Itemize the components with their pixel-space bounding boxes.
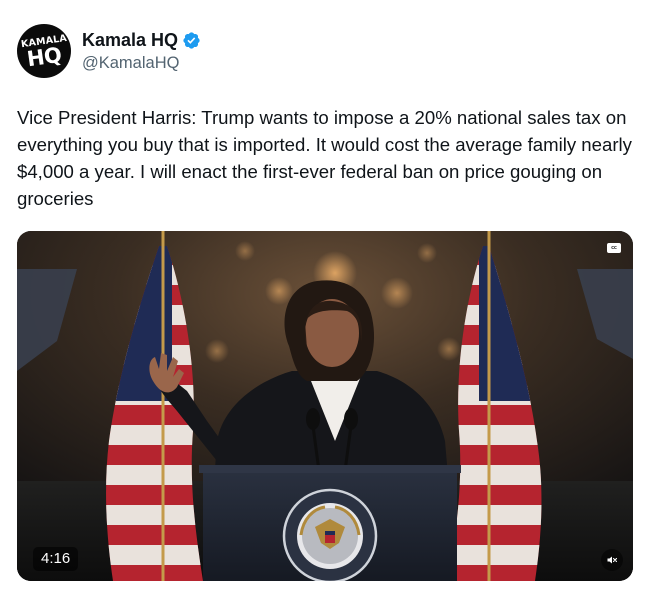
tweet-text: Vice President Harris: Trump wants to im… [17,107,632,209]
verified-badge-icon [183,31,200,49]
avatar[interactable]: KAMALA HQ [17,24,71,78]
author-names: Kamala HQ @KamalaHQ [82,30,201,73]
tweet-header: KAMALA HQ Kamala HQ @KamalaHQ [17,24,201,78]
video-thumbnail [17,231,633,581]
captions-icon[interactable]: cc [607,243,621,253]
video-player[interactable]: cc 4:16 [17,231,633,581]
podium [199,465,461,581]
video-duration: 4:16 [33,547,79,571]
display-name[interactable]: Kamala HQ [82,30,178,51]
avatar-text-big: HQ [25,42,63,72]
speaker-muted-icon[interactable] [601,549,623,571]
handle[interactable]: @KamalaHQ [82,54,201,73]
name-row: Kamala HQ [82,30,201,51]
